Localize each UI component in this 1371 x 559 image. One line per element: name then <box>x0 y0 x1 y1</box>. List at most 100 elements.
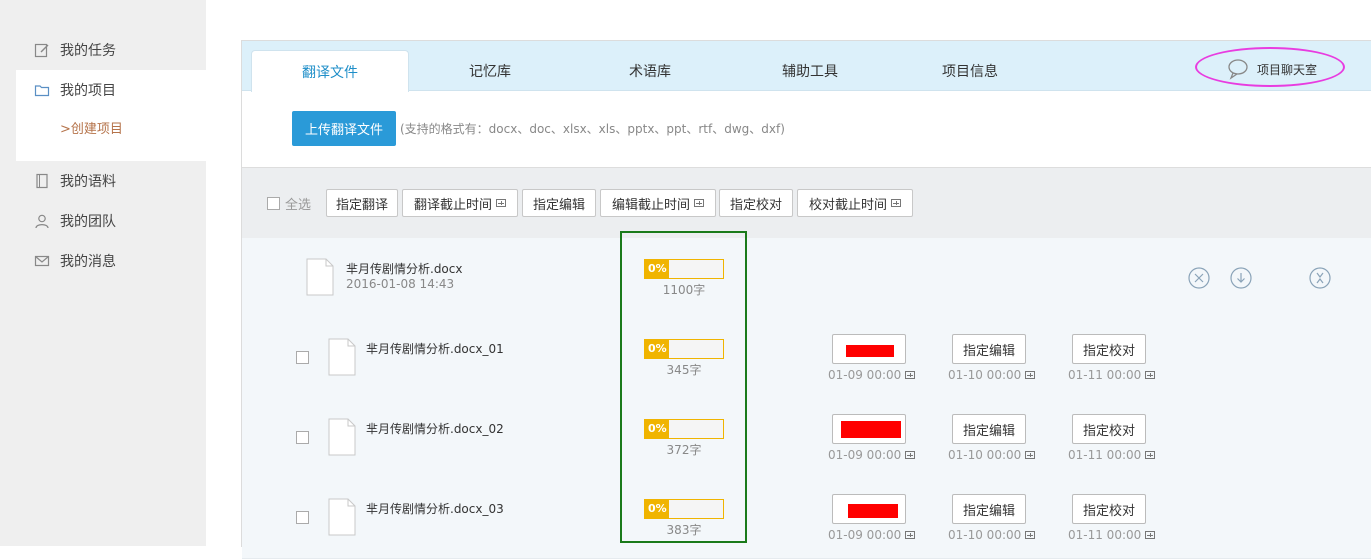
button-label: 校对截止时间 <box>808 197 887 213</box>
file-date: 2016-01-08 14:43 <box>346 277 455 291</box>
tab-memory[interactable]: 记忆库 <box>412 50 568 91</box>
file-name[interactable]: 芈月传剧情分析.docx_01 <box>366 340 504 357</box>
select-all[interactable]: 全选 <box>267 194 311 213</box>
table-row: 芈月传剧情分析.docx_03 0% 383字 01-09 00:00 指定编辑… <box>242 478 1371 559</box>
table-row: 芈月传剧情分析.docx_01 0% 345字 01-09 00:00 指定编辑… <box>242 318 1371 399</box>
assign-editor-button[interactable]: 指定编辑 <box>952 494 1026 524</box>
word-count: 383字 <box>666 523 702 537</box>
progress-bar: 0% <box>644 419 724 439</box>
edit-deadline[interactable]: 01-10 00:00 <box>948 528 1036 542</box>
button-label: 编辑截止时间 <box>611 197 690 213</box>
edit-deadline-button[interactable]: 编辑截止时间 <box>600 189 716 217</box>
select-all-checkbox[interactable] <box>267 197 280 210</box>
deadline-text: 01-09 00:00 <box>828 368 902 382</box>
proof-deadline[interactable]: 01-11 00:00 <box>1068 528 1156 542</box>
row-checkbox[interactable] <box>296 431 309 444</box>
redaction-mark <box>841 421 901 438</box>
assign-proofreader-button[interactable]: 指定校对 <box>719 189 793 217</box>
cancel-icon[interactable] <box>1188 267 1210 289</box>
deadline-text: 01-11 00:00 <box>1068 528 1142 542</box>
button-label: 指定校对 <box>1082 343 1135 359</box>
calendar-icon <box>694 199 704 207</box>
document-icon <box>328 498 356 536</box>
document-icon <box>328 338 356 376</box>
progress-fill: 0% <box>645 500 669 518</box>
document-icon <box>306 258 334 296</box>
assign-proofreader-button[interactable]: 指定校对 <box>1072 334 1146 364</box>
download-icon[interactable] <box>1230 267 1252 289</box>
sidebar-item-label: 我的语料 <box>60 174 116 190</box>
translate-deadline-button[interactable]: 翻译截止时间 <box>402 189 518 217</box>
sidebar-item-label: 我的团队 <box>60 214 116 230</box>
tab-project-info[interactable]: 项目信息 <box>892 50 1048 91</box>
file-name[interactable]: 芈月传剧情分析.docx_03 <box>366 500 504 517</box>
upload-button[interactable]: 上传翻译文件 <box>292 111 396 146</box>
assign-editor-button[interactable]: 指定编辑 <box>952 414 1026 444</box>
sidebar-item-label: 我的任务 <box>60 43 116 59</box>
deadline-text: 01-10 00:00 <box>948 448 1022 462</box>
proof-deadline-button[interactable]: 校对截止时间 <box>797 189 913 217</box>
calendar-icon <box>1145 531 1156 539</box>
deadline-text: 01-11 00:00 <box>1068 368 1142 382</box>
tab-terminology[interactable]: 术语库 <box>572 50 728 91</box>
button-label: 指定编辑 <box>962 423 1015 439</box>
file-name[interactable]: 芈月传剧情分析.docx <box>346 260 462 277</box>
sidebar-item-label: 我的项目 <box>60 83 116 99</box>
assign-translator-button[interactable]: 指定翻译 <box>326 189 398 217</box>
tab-tools[interactable]: 辅助工具 <box>732 50 888 91</box>
main-panel: 翻译文件 记忆库 术语库 辅助工具 项目信息 项目聊天室 上传翻译文件 (支持的… <box>241 40 1371 559</box>
assign-proofreader-button[interactable]: 指定校对 <box>1072 414 1146 444</box>
word-count: 345字 <box>666 363 702 377</box>
tab-translate-files[interactable]: 翻译文件 <box>251 50 409 92</box>
calendar-icon <box>905 451 916 459</box>
calendar-icon <box>1025 531 1036 539</box>
sidebar-item-team[interactable]: 我的团队 <box>16 201 206 241</box>
word-count: 1100字 <box>662 283 706 297</box>
assign-editor-button[interactable]: 指定编辑 <box>952 334 1026 364</box>
progress-bar: 0% <box>644 339 724 359</box>
proof-deadline[interactable]: 01-11 00:00 <box>1068 448 1156 462</box>
table-row: 芈月传剧情分析.docx 2016-01-08 14:43 0% 1100字 <box>242 238 1371 319</box>
button-label: 翻译截止时间 <box>413 197 492 213</box>
row-checkbox[interactable] <box>296 351 309 364</box>
merge-icon[interactable] <box>1309 267 1331 289</box>
edit-deadline[interactable]: 01-10 00:00 <box>948 448 1036 462</box>
translate-deadline[interactable]: 01-09 00:00 <box>828 528 916 542</box>
sidebar-item-tasks[interactable]: 我的任务 <box>16 30 206 70</box>
assign-editor-button[interactable]: 指定编辑 <box>522 189 596 217</box>
button-label: 指定编辑 <box>962 343 1015 359</box>
assign-proofreader-button[interactable]: 指定校对 <box>1072 494 1146 524</box>
sidebar-sub-create-project[interactable]: >创建项目 <box>60 118 123 137</box>
sidebar-item-label: 我的消息 <box>60 254 116 270</box>
proof-deadline[interactable]: 01-11 00:00 <box>1068 368 1156 382</box>
sidebar-item-corpus[interactable]: 我的语料 <box>16 161 206 201</box>
word-count: 372字 <box>666 443 702 457</box>
deadline-text: 01-10 00:00 <box>948 368 1022 382</box>
table-row: 芈月传剧情分析.docx_02 0% 372字 01-09 00:00 指定编辑… <box>242 398 1371 479</box>
progress-fill: 0% <box>645 260 669 278</box>
sidebar-item-messages[interactable]: 我的消息 <box>16 241 206 281</box>
file-name[interactable]: 芈月传剧情分析.docx_02 <box>366 420 504 437</box>
calendar-icon <box>905 531 916 539</box>
row-checkbox[interactable] <box>296 511 309 524</box>
edit-deadline[interactable]: 01-10 00:00 <box>948 368 1036 382</box>
upload-hint: (支持的格式有：docx、doc、xlsx、xls、pptx、ppt、rtf、d… <box>400 122 785 136</box>
sidebar-item-projects[interactable]: 我的项目 <box>16 70 206 110</box>
chat-icon <box>1227 58 1251 80</box>
button-label: 指定编辑 <box>532 197 585 213</box>
chat-label: 项目聊天室 <box>1256 62 1317 77</box>
translate-deadline[interactable]: 01-09 00:00 <box>828 448 916 462</box>
deadline-text: 01-09 00:00 <box>828 448 902 462</box>
calendar-icon <box>1145 451 1156 459</box>
deadline-text: 01-11 00:00 <box>1068 448 1142 462</box>
translate-deadline[interactable]: 01-09 00:00 <box>828 368 916 382</box>
tab-bar: 翻译文件 记忆库 术语库 辅助工具 项目信息 项目聊天室 <box>242 41 1371 92</box>
button-label: 指定翻译 <box>335 197 388 213</box>
calendar-icon <box>1025 451 1036 459</box>
folder-icon <box>34 82 50 98</box>
project-chat-button[interactable]: 项目聊天室 <box>1199 51 1345 87</box>
progress-fill: 0% <box>645 340 669 358</box>
document-icon <box>328 418 356 456</box>
calendar-icon <box>905 371 916 379</box>
calendar-icon <box>1025 371 1036 379</box>
